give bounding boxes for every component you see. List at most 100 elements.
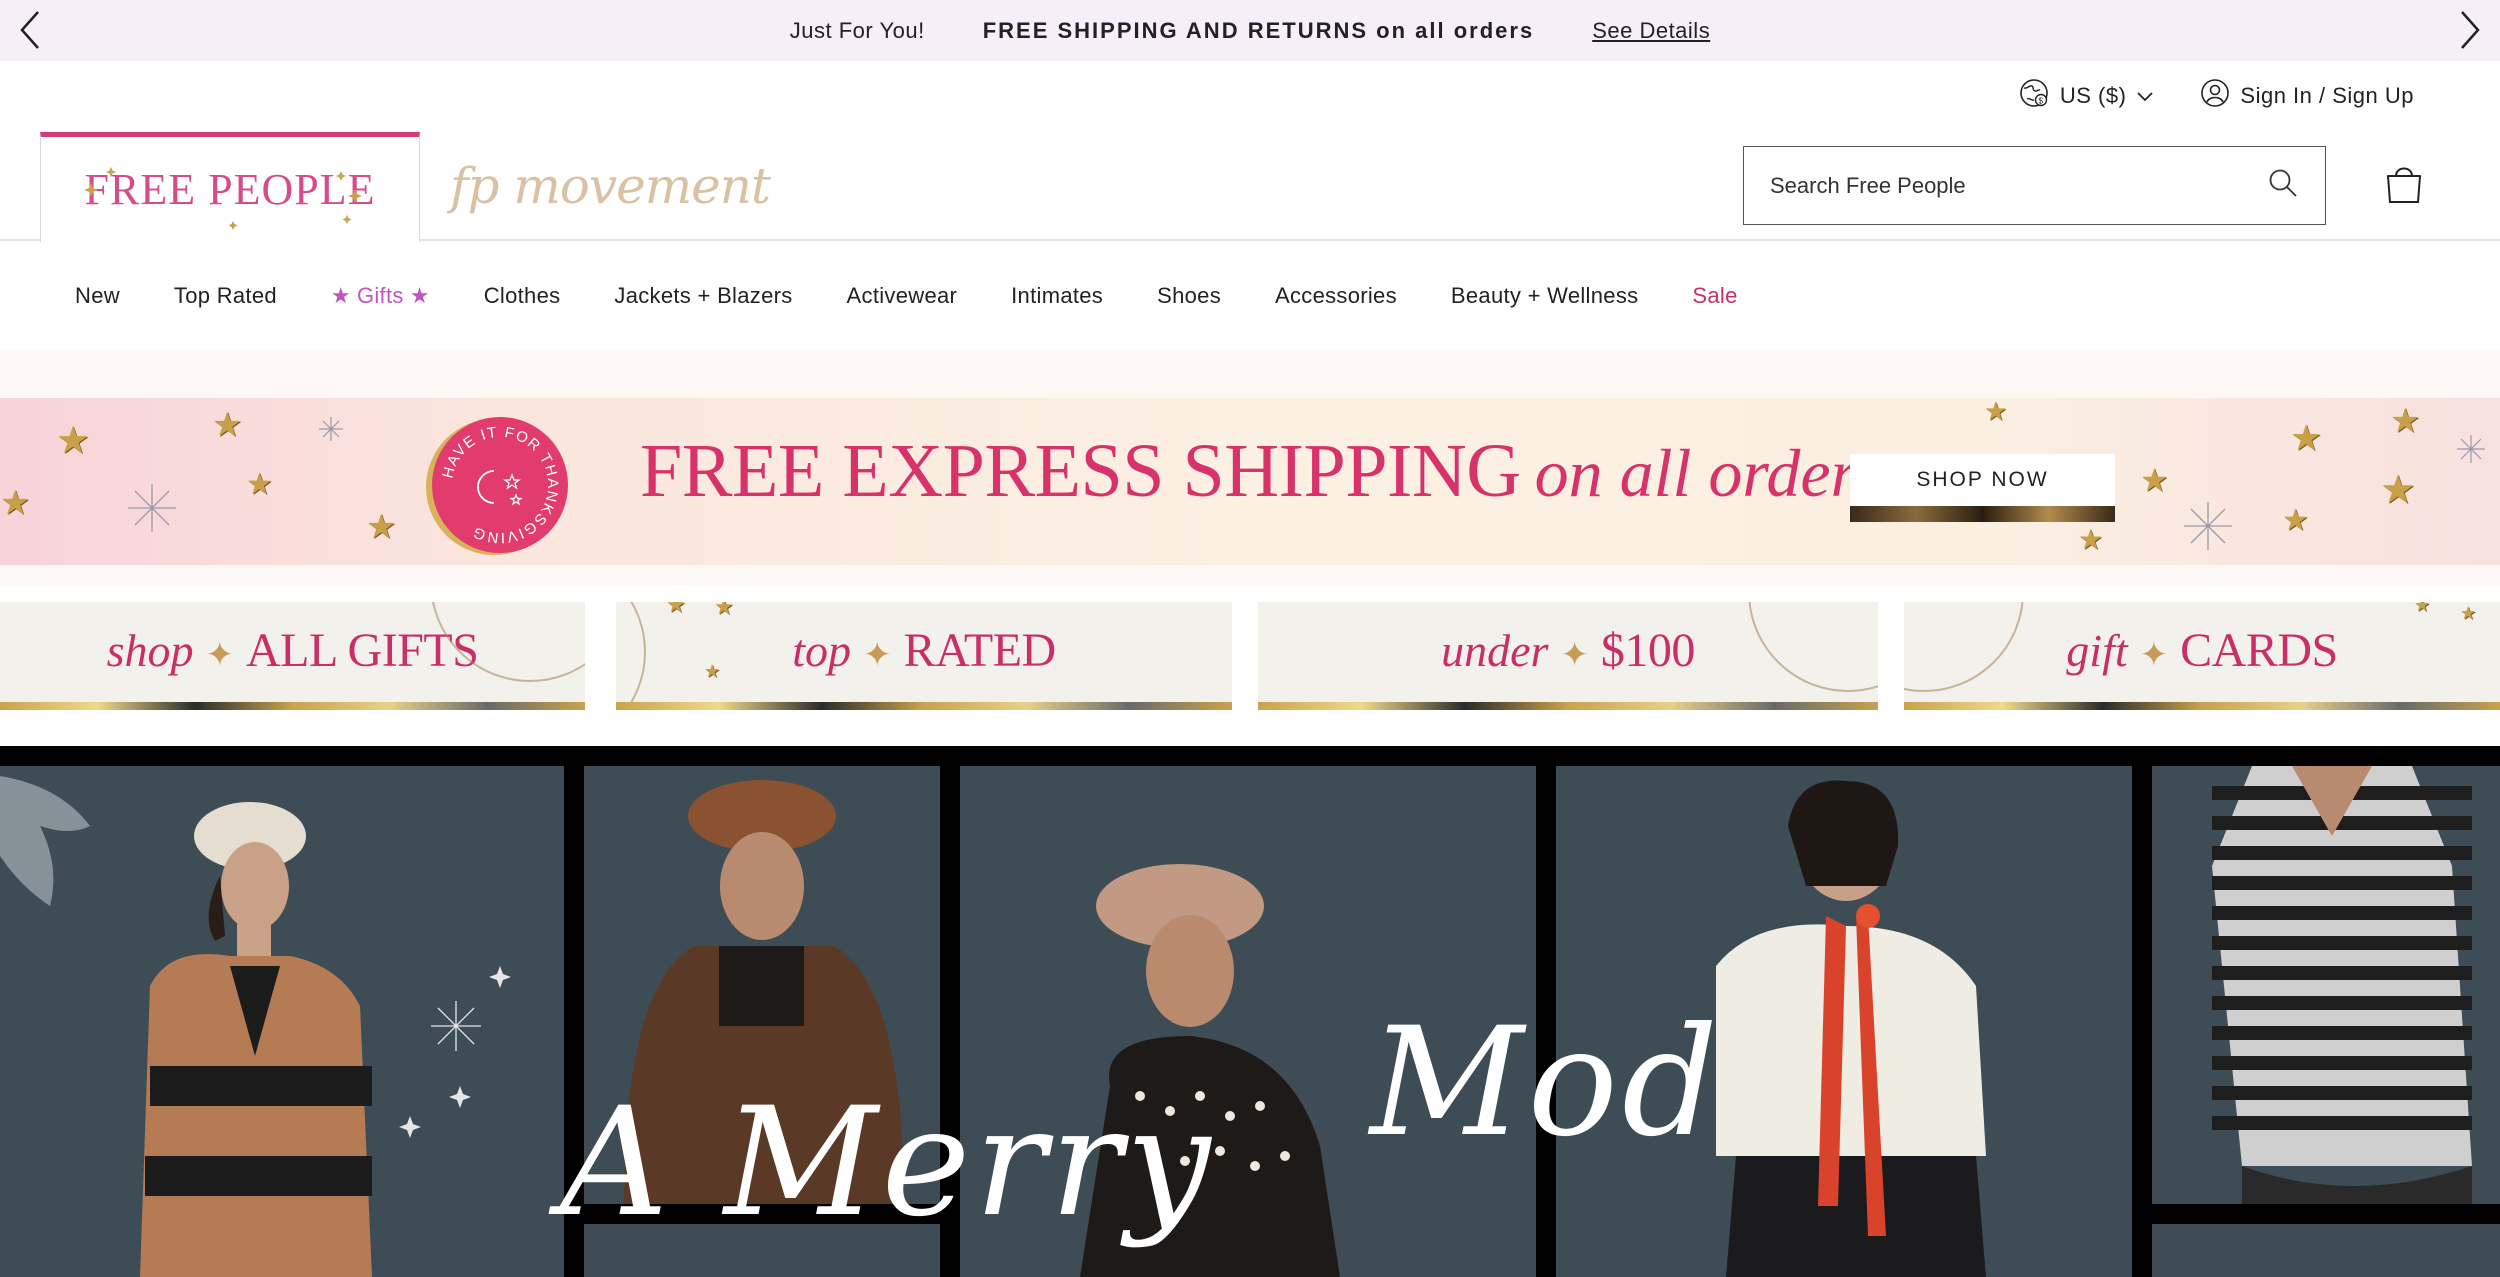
promo-see-details-link[interactable]: See Details: [1592, 18, 1710, 44]
moon-stars-icon: HAVE IT FOR THANKSGIVING: [439, 424, 561, 546]
nav-label: Accessories: [1275, 283, 1397, 308]
search-input[interactable]: Search Free People: [1743, 146, 2326, 225]
shipping-headline-caps: FREE EXPRESS SHIPPING: [640, 429, 1521, 513]
logo-sparkles-icon: [84, 167, 362, 230]
nav-item-accessories[interactable]: Accessories: [1275, 283, 1397, 309]
fp-movement-logo: fp movement: [449, 157, 771, 215]
model-striped-dress-image: [2212, 766, 2472, 1204]
hero-panel: [2152, 1224, 2500, 1277]
category-tiles: shop ✦ ALL GIFTS ★ ★ ★ top ✦ RATED under…: [0, 602, 2500, 710]
chevron-down-icon: [2136, 83, 2154, 109]
main-nav: New Top Rated ★ Gifts ★ Clothes Jackets …: [75, 276, 1792, 316]
gold-star-icon: ★: [2290, 417, 2323, 458]
sparkle-icon: ✦: [2139, 635, 2169, 674]
svg-text:HAVE IT FOR THANKSGIVING: HAVE IT FOR THANKSGIVING: [439, 424, 561, 546]
star-icon: ★: [409, 283, 430, 308]
currency-label: US ($): [2059, 83, 2127, 108]
nav-label: Shoes: [1157, 283, 1221, 308]
nav-label: Clothes: [483, 283, 561, 308]
hero-panel: [2152, 766, 2500, 1204]
model-striped-cardigan-image: [0, 776, 511, 1277]
shop-now-button[interactable]: SHOP NOW: [1850, 454, 2115, 506]
sparkle-icon: [319, 417, 343, 441]
sparkle-icon: [2457, 435, 2485, 463]
promo-message: Just For You! FREE SHIPPING AND RETURNS …: [0, 0, 2500, 61]
globe-icon: $: [2018, 77, 2050, 115]
shipping-banner-section: ★ ★ ★ ★ ★ ★ ★ ★ ★ ★ ★ ★ HAVE IT FOR THAN…: [0, 350, 2500, 586]
thanksgiving-badge: HAVE IT FOR THANKSGIVING: [432, 417, 568, 553]
tile-italic: gift: [2066, 624, 2128, 676]
shop-now-underline: [1850, 506, 2115, 522]
nav-label: Gifts: [356, 283, 404, 308]
tile-caps: RATED: [903, 623, 1057, 677]
nav-label: New: [75, 283, 120, 308]
tile-all-gifts[interactable]: shop ✦ ALL GIFTS: [0, 602, 585, 710]
hero-panel: [0, 766, 564, 1277]
tab-fp-movement[interactable]: fp movement: [420, 132, 800, 240]
tab-free-people[interactable]: FREE PEOPLE: [40, 132, 420, 242]
nav-item-intimates[interactable]: Intimates: [1011, 283, 1103, 309]
nav-item-shoes[interactable]: Shoes: [1157, 283, 1221, 309]
hero-script-text: Mod: [1370, 996, 1722, 1170]
gold-star-icon: ★: [366, 508, 397, 546]
utility-nav: $ US ($) Sign In / Sign Up: [2018, 78, 2414, 114]
nav-item-beauty-wellness[interactable]: Beauty + Wellness: [1451, 283, 1639, 309]
promo-free-shipping: FREE SHIPPING AND RETURNS on all orders: [982, 17, 1535, 43]
sparkle-icon: [128, 484, 176, 532]
tile-italic: shop: [106, 624, 194, 676]
tile-caps: $100: [1600, 623, 1696, 677]
chevron-right-icon[interactable]: [2444, 6, 2492, 54]
promo-just-for-you: Just For You!: [789, 17, 925, 43]
shipping-headline-italic: on all orders: [1534, 435, 1884, 511]
tile-gift-cards[interactable]: ★ ★ gift ✦ CARDS: [1904, 602, 2500, 710]
sparkle-icon: ✦: [1560, 635, 1589, 674]
tile-gold-trim: [0, 702, 585, 710]
shipping-banner[interactable]: ★ ★ ★ ★ ★ ★ ★ ★ ★ ★ ★ ★ HAVE IT FOR THAN…: [0, 398, 2500, 565]
tile-gold-trim: [1904, 702, 2500, 710]
decorative-arc: [1748, 602, 1878, 692]
nav-item-jackets-blazers[interactable]: Jackets + Blazers: [614, 283, 792, 309]
hero-banner[interactable]: A Merry Mod: [0, 746, 2500, 1277]
tile-caps: CARDS: [2180, 623, 2338, 677]
nav-item-gifts[interactable]: ★ Gifts ★: [331, 283, 430, 309]
tile-label: shop ✦ ALL GIFTS: [107, 623, 479, 678]
promo-bar: Just For You! FREE SHIPPING AND RETURNS …: [0, 0, 2500, 61]
svg-text:$: $: [2038, 97, 2043, 106]
nav-item-clothes[interactable]: Clothes: [484, 283, 561, 309]
tile-italic: under: [1441, 624, 1549, 676]
tile-gold-trim: [616, 702, 1232, 710]
gold-star-icon: ★: [2282, 504, 2309, 537]
nav-item-sale[interactable]: Sale: [1692, 283, 1737, 309]
decorative-arc: [1904, 602, 2024, 692]
sign-in-label: Sign In / Sign Up: [2240, 83, 2414, 108]
nav-item-activewear[interactable]: Activewear: [847, 283, 958, 309]
tile-top-rated[interactable]: ★ ★ ★ top ✦ RATED: [616, 602, 1232, 710]
shipping-headline: FREE EXPRESS SHIPPING on all orders: [640, 428, 1883, 528]
gold-star-icon: ★: [2380, 468, 2416, 512]
gold-star-icon: ★: [666, 602, 686, 617]
sign-in-link[interactable]: Sign In / Sign Up: [2200, 78, 2414, 114]
brand-tabs: FREE PEOPLE fp movement: [40, 132, 800, 242]
gold-star-icon: ★: [704, 661, 721, 681]
currency-selector[interactable]: $ US ($): [2018, 77, 2155, 115]
user-icon: [2200, 78, 2230, 114]
nav-label: Intimates: [1011, 283, 1104, 308]
nav-label: Jackets + Blazers: [614, 283, 793, 308]
gold-star-icon: ★: [56, 420, 91, 462]
gold-star-icon: ★: [212, 406, 243, 444]
nav-item-top-rated[interactable]: Top Rated: [174, 283, 277, 309]
gold-star-icon: ★: [2140, 462, 2169, 498]
tile-under-100[interactable]: under ✦ $100: [1258, 602, 1878, 710]
gold-star-icon: ★: [2414, 602, 2431, 615]
nav-label: Top Rated: [173, 283, 277, 308]
nav-item-new[interactable]: New: [75, 283, 120, 309]
tile-label: gift ✦ CARDS: [2066, 623, 2338, 678]
nav-label: Activewear: [846, 283, 958, 308]
search-icon[interactable]: [2267, 167, 2299, 204]
shopping-bag-icon[interactable]: [2376, 156, 2432, 212]
star-icon: ★: [330, 283, 351, 308]
tile-label: top ✦ RATED: [792, 623, 1057, 678]
tile-italic: top: [792, 624, 852, 676]
nav-label: Sale: [1692, 283, 1738, 308]
sparkle-icon: ✦: [205, 635, 235, 674]
